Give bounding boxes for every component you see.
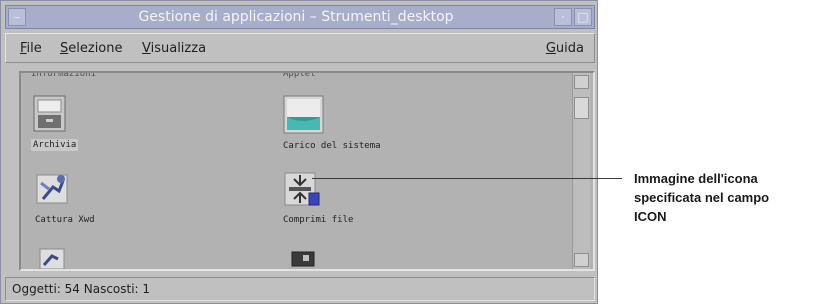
- capture-icon: [36, 174, 68, 204]
- icon-item-archivia[interactable]: Archivia: [31, 95, 79, 151]
- callout-leader-line: [312, 178, 622, 179]
- icon-item-cattura-xwd[interactable]: Cattura Xwd: [35, 171, 95, 225]
- icon-label: Comprimi file: [283, 215, 354, 225]
- compress-icon: [284, 172, 320, 206]
- scroll-up-button[interactable]: [574, 75, 589, 89]
- title-bar[interactable]: – Gestione di applicazioni – Strumenti_d…: [5, 5, 595, 29]
- terminal-icon: [291, 251, 315, 267]
- app-manager-window: – Gestione di applicazioni – Strumenti_d…: [0, 0, 598, 304]
- icon-view-pane: Informazioni Applet Archivia Carico del …: [19, 71, 595, 271]
- callout-line: Immagine dell'icona: [634, 171, 758, 186]
- callout-line: specificata nel campo: [634, 190, 770, 205]
- scroll-down-button[interactable]: [574, 253, 589, 267]
- system-load-icon: [283, 95, 324, 134]
- window-title: Gestione di applicazioni – Strumenti_des…: [138, 9, 454, 25]
- status-bar: Oggetti: 54 Nascosti: 1: [5, 277, 595, 301]
- menu-bar: File Selezione Visualizza Guida: [5, 33, 595, 63]
- scroll-thumb[interactable]: [574, 97, 589, 119]
- window-menu-button[interactable]: –: [8, 8, 26, 26]
- icon-item-partial[interactable]: [39, 245, 67, 269]
- menu-file[interactable]: File: [20, 41, 42, 56]
- cut-off-label: Informazioni: [31, 71, 97, 79]
- icon-item-partial[interactable]: [291, 251, 315, 269]
- icon-item-carico-del-sistema[interactable]: Carico del sistema: [283, 95, 381, 151]
- menu-visualizza[interactable]: Visualizza: [142, 41, 206, 56]
- menu-guida[interactable]: Guida: [546, 41, 584, 56]
- archive-icon: [33, 95, 66, 132]
- maximize-button[interactable]: □: [574, 8, 592, 26]
- icon-label: Cattura Xwd: [35, 215, 95, 225]
- icon-label: Carico del sistema: [283, 141, 381, 151]
- minimize-button[interactable]: ·: [554, 8, 572, 26]
- menu-selezione[interactable]: Selezione: [60, 41, 123, 56]
- icon-label: Archivia: [31, 139, 79, 151]
- vertical-scrollbar[interactable]: [572, 73, 590, 269]
- callout-text: Immagine dell'icona specificata nel camp…: [634, 169, 824, 226]
- callout-line: ICON: [634, 209, 667, 224]
- capture-icon: [39, 248, 65, 269]
- cut-off-label: Applet: [283, 71, 316, 79]
